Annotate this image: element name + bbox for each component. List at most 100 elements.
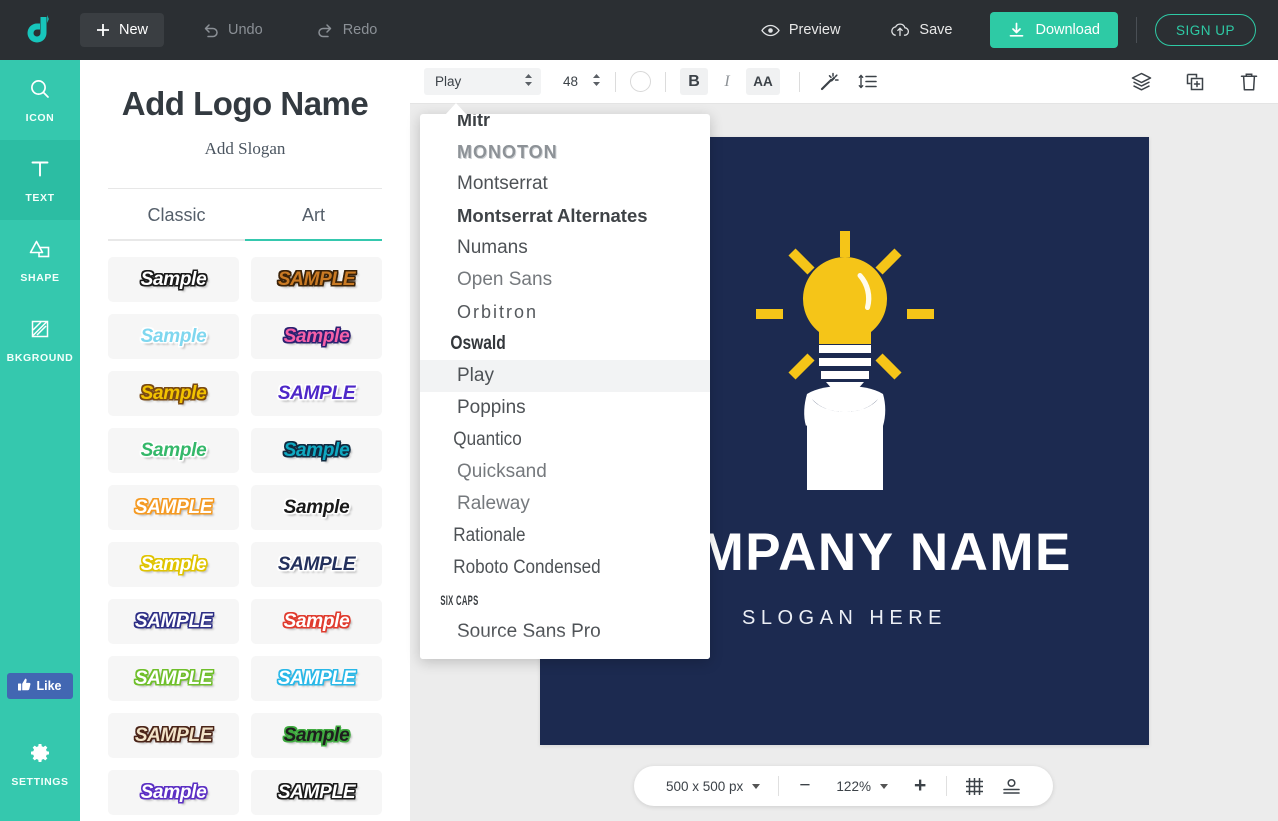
text-style-card[interactable]: SAMPLE [251,770,382,815]
text-style-sample-label: Sample [140,325,207,347]
font-option[interactable]: Source Sans Pro [420,616,710,648]
text-style-card[interactable]: Sample [108,542,239,587]
font-option[interactable]: Rationale [420,520,681,552]
font-option[interactable]: Montserrat [420,168,710,200]
layers-icon[interactable] [1126,68,1156,96]
save-button[interactable]: Save [874,13,968,47]
undo-button[interactable]: Undo [186,13,279,47]
magic-wand-icon[interactable] [814,68,844,96]
sidebar-item-settings[interactable]: SETTINGS [0,725,80,805]
font-option-label: Quantico [453,429,522,450]
zoom-out-button[interactable]: − [785,775,824,797]
tab-classic[interactable]: Classic [108,189,245,241]
text-style-sample-label: Sample [283,496,350,518]
font-option[interactable]: Raleway [420,488,710,520]
bold-button[interactable]: B [680,68,709,95]
signup-button[interactable]: SIGN UP [1154,14,1256,46]
sidebar-item-bkground[interactable]: BKGROUND [0,300,80,380]
text-style-card[interactable]: SAMPLE [108,485,239,530]
text-format-toolbar: Play 48 B I AA [410,60,1278,104]
font-option[interactable]: Quicksand [420,456,710,488]
sidebar-item-text[interactable]: TEXT [0,140,80,220]
font-size-value: 48 [563,74,579,89]
font-menu-arrow [445,103,467,115]
text-style-card[interactable]: Sample [251,599,382,644]
font-option[interactable]: Montserrat Alternates [420,200,710,232]
italic-button[interactable]: I [713,68,741,95]
sidebar-item-icon[interactable]: ICON [0,60,80,140]
redo-button[interactable]: Redo [301,13,394,47]
zoom-in-button[interactable]: + [900,774,940,798]
text-style-card[interactable]: Sample [108,314,239,359]
text-style-card[interactable]: SAMPLE [108,713,239,758]
font-option-label: Rationale [453,525,526,546]
object-actions [1126,68,1264,96]
text-style-card[interactable]: Sample [108,371,239,416]
text-style-sample-label: SAMPLE [277,268,356,290]
text-style-card[interactable]: SAMPLE [251,257,382,302]
hatch-pattern-icon [28,317,52,346]
text-style-card[interactable]: Sample [108,770,239,815]
download-button[interactable]: Download [990,12,1118,48]
text-style-card[interactable]: SAMPLE [251,371,382,416]
panel-logo-name[interactable]: Add Logo Name [80,85,410,123]
text-style-card[interactable]: Sample [251,485,382,530]
text-style-sample-label: Sample [140,268,207,290]
font-option-label: Quicksand [457,461,547,482]
font-family-dropdown[interactable]: Mitr MONOTON Montserrat Montserrat Alternat… [420,114,710,659]
redo-label: Redo [342,22,378,38]
font-option[interactable]: Open Sans [420,264,710,296]
font-option[interactable]: Roboto Condensed [420,552,681,584]
font-option[interactable]: Oswald [420,328,658,360]
sidebar-item-shape[interactable]: SHAPE [0,220,80,300]
text-style-card[interactable]: Sample [108,257,239,302]
zoom-level-select[interactable]: 122% [824,779,900,794]
line-height-icon[interactable] [852,68,882,96]
duplicate-icon[interactable] [1180,68,1210,96]
lightbulb-candle-logo-icon[interactable] [750,219,940,504]
text-style-sample-label: Sample [283,724,350,746]
style-tabs: Classic Art [108,189,382,241]
uppercase-button[interactable]: AA [746,68,781,95]
app-logo-icon[interactable] [0,13,80,47]
text-style-card[interactable]: Sample [251,713,382,758]
text-style-card[interactable]: SAMPLE [108,656,239,701]
text-style-sample-label: SAMPLE [277,667,356,689]
font-option[interactable]: Numans [420,232,710,264]
font-option-label: Source Sans Pro [457,621,601,642]
font-option-label: Roboto Condensed [453,557,601,578]
tab-art[interactable]: Art [245,189,382,241]
text-style-card[interactable]: SAMPLE [108,599,239,644]
font-option[interactable]: Orbitron [420,296,710,328]
font-option-label: MONOTON [457,141,558,162]
text-style-sample-label: Sample [283,610,350,632]
font-option[interactable]: MONOTON [420,136,710,168]
panel-logo-slogan[interactable]: Add Slogan [80,139,410,159]
align-bottom-icon[interactable] [996,777,1033,796]
grid-icon[interactable] [953,777,996,796]
top-toolbar: New Undo Redo Preview Save Download SIGN… [0,0,1278,60]
download-icon [1008,22,1025,39]
font-option[interactable]: Mitr [420,114,710,136]
text-style-card[interactable]: Sample [108,428,239,473]
font-family-select[interactable]: Play [424,68,541,95]
text-style-card[interactable]: Sample [251,314,382,359]
facebook-like-button[interactable]: Like [7,673,73,699]
text-color-swatch[interactable] [630,71,652,92]
undo-label: Undo [228,22,263,38]
font-option[interactable]: Quantico [420,424,681,456]
font-option[interactable]: Play [420,360,710,392]
toolbar-divider [799,71,801,92]
text-style-card[interactable]: SAMPLE [251,656,382,701]
canvas-size-select[interactable]: 500 x 500 px [654,779,772,794]
text-style-card[interactable]: Sample [251,428,382,473]
font-option-label: Oswald [450,333,506,354]
logo-maker-app: New Undo Redo Preview Save Download SIGN… [0,0,1278,821]
font-option[interactable]: Poppins [420,392,710,424]
font-size-stepper[interactable]: 48 [563,73,601,90]
preview-button[interactable]: Preview [745,13,857,47]
new-button[interactable]: New [80,13,165,47]
text-style-card[interactable]: SAMPLE [251,542,382,587]
font-option[interactable]: SIX CAPS [420,584,580,616]
trash-icon[interactable] [1234,68,1264,96]
